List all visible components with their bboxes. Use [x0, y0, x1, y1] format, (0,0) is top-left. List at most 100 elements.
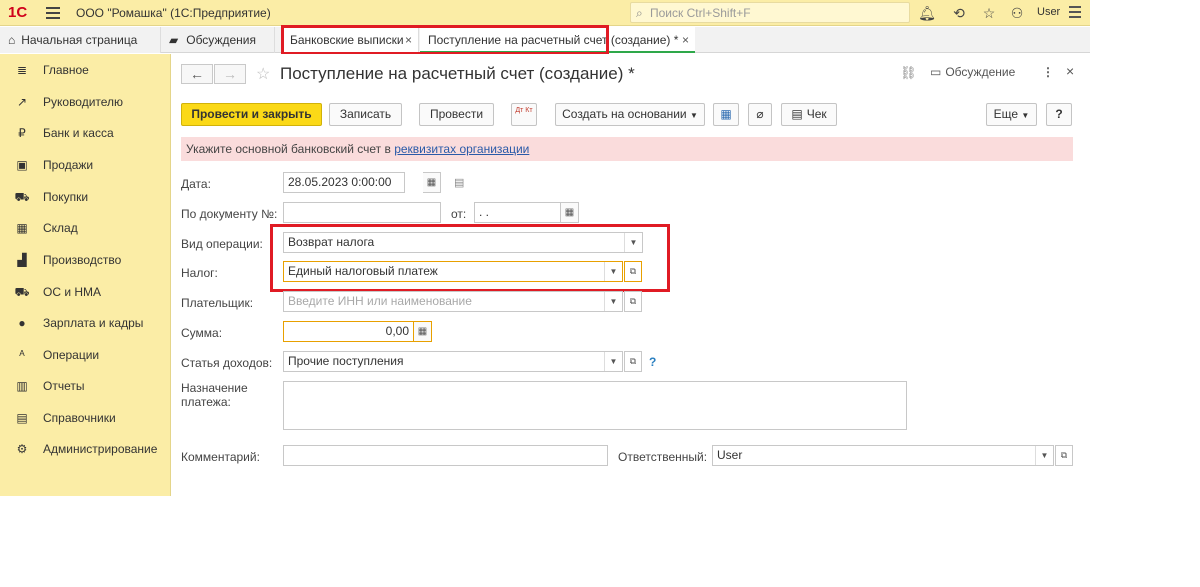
chevron-down-icon[interactable]: ▼ — [1035, 446, 1053, 465]
open-responsible-button[interactable]: ⧉ — [1055, 445, 1073, 466]
forward-button[interactable]: → — [214, 64, 246, 84]
help-button[interactable]: ? — [1046, 103, 1072, 126]
bag-icon: ▣ — [16, 158, 28, 172]
sidebar-item-manager[interactable]: ↗ Руководителю — [0, 89, 171, 115]
tab-home[interactable]: ⌂ Начальная страница — [0, 27, 161, 53]
save-button[interactable]: Записать — [329, 103, 402, 126]
memo-icon[interactable]: ▤ — [454, 176, 464, 189]
calendar-button[interactable]: ▦ — [561, 202, 579, 223]
structure-button[interactable]: ▦ — [713, 103, 739, 126]
sidebar-item-label: Зарплата и кадры — [43, 316, 144, 330]
chevron-down-icon[interactable]: ▼ — [604, 352, 622, 371]
calculator-button[interactable]: ▦ — [414, 321, 432, 342]
purpose-textarea[interactable] — [283, 381, 907, 430]
star-icon[interactable]: ☆ — [980, 4, 998, 22]
chevron-down-icon[interactable]: ▼ — [624, 233, 642, 252]
sidebar-item-admin[interactable]: ⚙ Администрирование — [0, 436, 171, 462]
attach-button[interactable]: ⌀ — [748, 103, 772, 126]
sidebar-item-label: Администрирование — [43, 442, 158, 456]
page-title: Поступление на расчетный счет (создание)… — [280, 64, 635, 83]
sidebar-item-warehouse[interactable]: ▦ Склад — [0, 215, 171, 241]
docnum-field[interactable] — [283, 202, 441, 223]
open-icon: ⧉ — [629, 356, 637, 366]
main-menu-icon[interactable] — [46, 7, 60, 19]
sidebar-item-reports[interactable]: ▥ Отчеты — [0, 373, 171, 399]
calendar-button[interactable]: ▦ — [423, 172, 441, 193]
receipt-button[interactable]: ▤ Чек — [781, 103, 837, 126]
tab-bank-label: Банковские выписки — [290, 33, 404, 47]
more-button[interactable]: Еще ▼ — [986, 103, 1037, 126]
org-details-link[interactable]: реквизитах организации — [394, 142, 529, 156]
top-bar: 1С ООО "Ромашка" (1С:Предприятие) ⌕ Поис… — [0, 0, 1090, 26]
sidebar-item-label: Справочники — [43, 411, 116, 425]
post-and-close-button[interactable]: Провести и закрыть — [181, 103, 322, 126]
search-input[interactable]: ⌕ Поиск Ctrl+Shift+F — [630, 2, 910, 23]
user-name[interactable]: User — [1037, 6, 1060, 18]
optype-label: Вид операции: — [181, 237, 263, 251]
close-icon[interactable]: × — [1066, 63, 1074, 79]
responsible-select[interactable]: User ▼ — [712, 445, 1054, 466]
post-button[interactable]: Провести — [419, 103, 494, 126]
sidebar-item-assets[interactable]: ⛟ ОС и НМА — [0, 279, 171, 305]
tab-receipt[interactable]: Поступление на расчетный счет (создание)… — [420, 27, 695, 53]
bell-icon[interactable]: 🔔︎ — [918, 4, 936, 22]
dt-kt-button[interactable]: Дт Кт — [511, 103, 537, 126]
warning-text: Укажите основной банковский счет в — [186, 142, 395, 156]
arrow-left-icon: ← — [190, 66, 204, 82]
trend-icon: ↗ — [16, 95, 28, 109]
search-placeholder: Поиск Ctrl+Shift+F — [650, 6, 751, 20]
factory-icon: ▟ — [17, 253, 27, 267]
chevron-down-icon[interactable]: ▼ — [604, 292, 622, 311]
sidebar-item-purchases[interactable]: ⛟ Покупки — [0, 184, 171, 210]
close-icon[interactable]: × — [682, 27, 689, 53]
settings-menu-icon[interactable] — [1069, 6, 1081, 18]
tab-discussions-label: Обсуждения — [186, 33, 256, 47]
sidebar-item-catalogs[interactable]: ▤ Справочники — [0, 405, 171, 431]
sidebar-item-production[interactable]: ▟ Производство — [0, 247, 171, 273]
date-field[interactable]: 28.05.2023 0:00:00 — [283, 172, 405, 193]
tax-select[interactable]: Единый налоговый платеж ▼ — [283, 261, 623, 282]
sidebar-item-bank[interactable]: ₽ Банк и касса — [0, 120, 171, 146]
app-title: ООО "Ромашка" (1С:Предприятие) — [76, 6, 271, 20]
receipt-label: Чек — [806, 107, 827, 121]
arrow-right-icon: → — [223, 66, 237, 82]
sum-field[interactable]: 0,00 — [283, 321, 414, 342]
tab-bank-statements[interactable]: Банковские выписки × — [282, 27, 419, 53]
open-icon: ⧉ — [629, 266, 637, 276]
sidebar-item-salary[interactable]: ● Зарплата и кадры — [0, 310, 171, 336]
close-icon[interactable]: × — [405, 27, 412, 53]
chevron-down-icon[interactable]: ▼ — [604, 262, 622, 281]
payer-label: Плательщик: — [181, 296, 254, 310]
sidebar-item-main[interactable]: ≣ Главное — [0, 57, 171, 83]
comment-label: Комментарий: — [181, 450, 260, 464]
app-window: 1С ООО "Ромашка" (1С:Предприятие) ⌕ Поис… — [0, 0, 1090, 496]
open-icon: ⧉ — [629, 296, 637, 306]
sidebar-item-operations[interactable]: ᴬ Операции — [0, 342, 171, 368]
open-payer-button[interactable]: ⧉ — [624, 291, 642, 312]
open-income-button[interactable]: ⧉ — [624, 351, 642, 372]
discussion-button[interactable]: ▭ Обсуждение — [930, 65, 1015, 79]
tab-post-label: Поступление на расчетный счет (создание)… — [428, 33, 679, 47]
favorite-star-icon[interactable]: ☆ — [256, 64, 270, 84]
comment-field[interactable] — [283, 445, 608, 466]
create-based-on-button[interactable]: Создать на основании ▼ — [555, 103, 705, 126]
operation-type-select[interactable]: Возврат налога ▼ — [283, 232, 643, 253]
user-icon[interactable]: ⚇ — [1008, 4, 1026, 22]
sidebar-item-label: Руководителю — [43, 95, 124, 109]
tab-discussions[interactable]: ▰ Обсуждения — [161, 27, 275, 53]
more-actions-icon[interactable]: ⋮ — [1042, 65, 1054, 79]
income-item-select[interactable]: Прочие поступления ▼ — [283, 351, 623, 372]
from-date-field[interactable]: . . — [474, 202, 561, 223]
sidebar-item-label: Покупки — [43, 190, 89, 204]
back-button[interactable]: ← — [181, 64, 213, 84]
sidebar-item-label: Операции — [43, 348, 100, 362]
link-icon[interactable]: ⛓ — [900, 65, 917, 81]
sidebar-item-sales[interactable]: ▣ Продажи — [0, 152, 171, 178]
history-icon[interactable]: ⟲ — [950, 4, 968, 22]
open-tax-button[interactable]: ⧉ — [624, 261, 642, 282]
payer-select[interactable]: Введите ИНН или наименование ▼ — [283, 291, 623, 312]
search-icon: ⌕ — [636, 6, 643, 20]
bar-chart-icon: ▥ — [16, 379, 28, 393]
help-icon[interactable]: ? — [649, 355, 656, 369]
income-value: Прочие поступления — [288, 354, 404, 368]
